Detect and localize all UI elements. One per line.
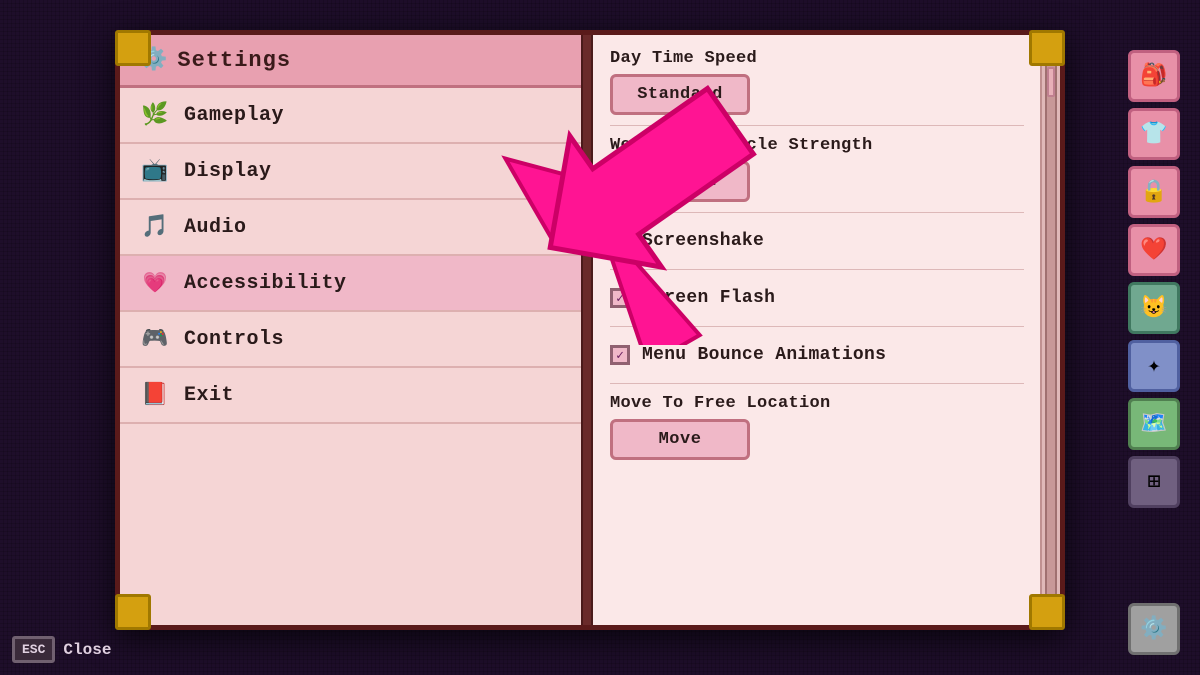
corner-decoration-tr [1029,30,1065,66]
menu-bounce-checkmark: ✓ [616,348,624,363]
scrollbar: ▲ ▼ [1040,35,1060,625]
shirt-icon: 👕 [1140,121,1167,147]
sidebar-shirt-button[interactable]: 👕 [1128,108,1180,160]
controls-label: Controls [184,328,284,351]
lock-icon: 🔒 [1140,179,1167,205]
bottom-gear-icon: ⚙️ [1140,616,1167,642]
gameplay-label: Gameplay [184,104,284,127]
right-sidebar: 🎒 👕 🔒 ❤️ 😺 ✦ 🗺️ ⊞ [1128,50,1180,508]
book-spine [581,35,593,625]
bag-icon: 🎒 [1140,63,1167,89]
right-page: Day Time Speed Standard Weather Particle… [590,35,1060,625]
move-to-location-setting: Move To Free Location Move [610,394,1024,470]
scroll-thumb[interactable] [1047,67,1055,97]
menu-item-accessibility[interactable]: 💗 Accessibility [120,256,587,312]
settings-header: ⚙️ Settings [120,35,587,88]
settings-book: ⚙️ Settings 🌿 Gameplay 📺 Display 🎵 Audio… [115,30,1065,630]
display-label: Display [184,160,272,183]
pet-icon: 😺 [1140,295,1167,321]
sidebar-heart-button[interactable]: ❤️ [1128,224,1180,276]
menu-bounce-label: Menu Bounce Animations [642,345,886,365]
sidebar-grid-button[interactable]: ⊞ [1128,456,1180,508]
menu-bounce-setting: ✓ Menu Bounce Animations [610,337,1024,384]
map-icon: 🗺️ [1140,411,1167,437]
day-time-speed-label: Day Time Speed [610,49,1024,68]
menu-item-gameplay[interactable]: 🌿 Gameplay [120,88,587,144]
exit-icon: 📕 [140,382,170,408]
corner-decoration-tl [115,30,151,66]
day-time-speed-button[interactable]: Standard [610,74,750,115]
weather-particle-setting: Weather Particle Strength Default [610,136,1024,213]
sidebar-lock-button[interactable]: 🔒 [1128,166,1180,218]
screenshake-row: ✓ Screenshake [610,223,1024,259]
audio-icon: 🎵 [140,214,170,240]
sidebar-pet-button[interactable]: 😺 [1128,282,1180,334]
accessibility-label: Accessibility [184,272,347,295]
star-icon: ✦ [1147,353,1160,379]
menu-item-display[interactable]: 📺 Display [120,144,587,200]
exit-label: Exit [184,384,234,407]
bottom-gear-button[interactable]: ⚙️ [1128,603,1180,655]
menu-bounce-checkbox[interactable]: ✓ [610,345,630,365]
menu-item-controls[interactable]: 🎮 Controls [120,312,587,368]
menu-bounce-row: ✓ Menu Bounce Animations [610,337,1024,373]
esc-badge[interactable]: ESC [12,636,55,663]
screenshake-checkmark: ✓ [616,234,624,249]
screen-flash-row: ✓ Screen Flash [610,280,1024,316]
close-label: Close [63,641,111,659]
gameplay-icon: 🌿 [140,102,170,128]
move-button[interactable]: Move [610,419,750,460]
esc-close-bar: ESC Close [12,636,111,663]
menu-item-exit[interactable]: 📕 Exit [120,368,587,424]
left-page: ⚙️ Settings 🌿 Gameplay 📺 Display 🎵 Audio… [120,35,590,625]
controls-icon: 🎮 [140,326,170,352]
day-time-speed-setting: Day Time Speed Standard [610,49,1024,126]
screen-flash-checkmark: ✓ [616,291,624,306]
right-page-inner: Day Time Speed Standard Weather Particle… [590,35,1060,625]
accessibility-icon: 💗 [140,270,170,296]
sidebar-map-button[interactable]: 🗺️ [1128,398,1180,450]
screenshake-checkbox[interactable]: ✓ [610,231,630,251]
heart-icon: ❤️ [1140,237,1167,263]
move-to-location-label: Move To Free Location [610,394,1024,413]
sidebar-bag-button[interactable]: 🎒 [1128,50,1180,102]
screenshake-setting: ✓ Screenshake [610,223,1024,270]
corner-decoration-br [1029,594,1065,630]
settings-title: Settings [177,48,291,73]
menu-item-audio[interactable]: 🎵 Audio [120,200,587,256]
screen-flash-setting: ✓ Screen Flash [610,280,1024,327]
scroll-track[interactable] [1045,61,1057,599]
screen-flash-label: Screen Flash [642,288,775,308]
audio-label: Audio [184,216,247,239]
display-icon: 📺 [140,158,170,184]
grid-icon: ⊞ [1147,469,1160,495]
weather-particle-button[interactable]: Default [610,161,750,202]
screenshake-label: Screenshake [642,231,764,251]
right-content: Day Time Speed Standard Weather Particle… [590,35,1040,625]
screen-flash-checkbox[interactable]: ✓ [610,288,630,308]
corner-decoration-bl [115,594,151,630]
sidebar-star-button[interactable]: ✦ [1128,340,1180,392]
weather-particle-label: Weather Particle Strength [610,136,1024,155]
